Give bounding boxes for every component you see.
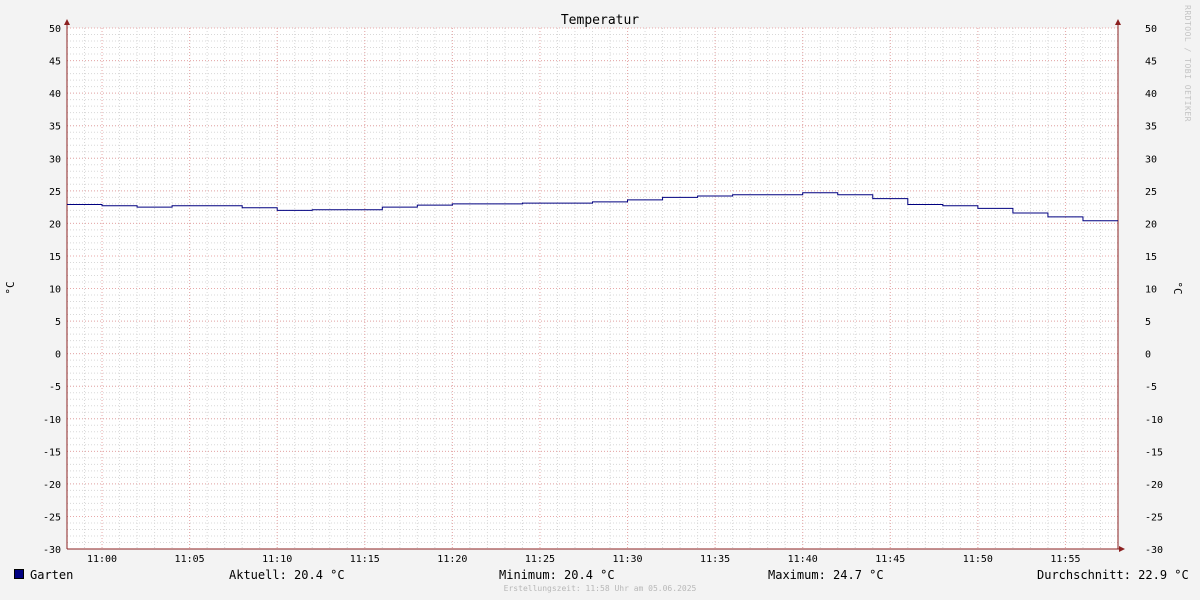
y-tick-label-right: 45 [1145,57,1157,68]
y-tick-label-right: 50 [1145,24,1157,35]
temperature-chart: 50 5045 4540 4035 3530 3025 2520 2015 1510 105 50 0… [4,13,1184,565]
y-tick-label-left: 5 [55,317,61,328]
x-tick-label: 11:05 [175,554,205,565]
chart-window: 50 50 45 45 40 40 35 35 30 30 25 25 20 20 15 15 10 10 5 5 0 0… [0,0,1200,600]
y-tick-label-left: 15 [49,252,61,263]
y-tick-label-right: -25 [1145,512,1163,523]
x-tick-label: 11:40 [788,554,818,565]
x-tick-label: 11:55 [1050,554,1080,565]
x-tick-label: 11:15 [350,554,380,565]
y-tick-label-right: 20 [1145,219,1157,230]
y-tick-label-right: 30 [1145,154,1157,165]
y-tick-label-right: -30 [1145,545,1163,556]
y-tick-label-left: 0 [55,350,61,361]
y-tick-label-left: -10 [43,415,61,426]
x-tick-label: 11:30 [612,554,642,565]
y-tick-label-left: -25 [43,512,61,523]
x-tick-label: 11:20 [437,554,467,565]
legend-minimum: Minimum: 20.4 °C [499,568,615,582]
y-tick-label-right: -20 [1145,480,1163,491]
creation-time-note: Erstellungszeit: 11:58 Uhr am 05.06.2025 [503,584,697,593]
watermark: RRDTOOL / TOBI OETIKER [1183,5,1192,122]
x-tick-label: 11:00 [87,554,117,565]
y-tick-label-left: 35 [49,122,61,133]
y-tick-label-right: -5 [1145,382,1157,393]
y-tick-label-right: 35 [1145,122,1157,133]
legend-swatch [14,569,24,579]
y-tick-label-right: 15 [1145,252,1157,263]
y-axis-arrow-right [1115,19,1121,25]
y-tick-label-right: 25 [1145,187,1157,198]
chart-title: Temperatur [561,13,639,28]
y-tick-label-left: 50 [49,24,61,35]
y-axis-label-right: °C [1171,281,1184,294]
y-tick-label-right: 40 [1145,89,1157,100]
legend: Garten Aktuell: 20.4 °C Minimum: 20.4 °C… [0,566,1200,584]
legend-maximum: Maximum: 24.7 °C [768,568,884,582]
x-tick-label: 11:10 [262,554,292,565]
y-tick-label-left: 40 [49,89,61,100]
y-tick-label-right: 5 [1145,317,1151,328]
y-axis-label-left: °C [4,281,17,294]
y-axis-arrow-left [64,19,70,25]
y-tick-label-left: -5 [49,382,61,393]
y-tick-label-left: 25 [49,187,61,198]
x-tick-label: 11:50 [963,554,993,565]
x-axis-arrow [1119,546,1125,552]
y-tick-label-left: -20 [43,480,61,491]
y-tick-label-right: -10 [1145,415,1163,426]
x-tick-label: 11:45 [875,554,905,565]
y-tick-label-right: -15 [1145,447,1163,458]
y-tick-label-left: -15 [43,447,61,458]
x-tick-label: 11:25 [525,554,555,565]
y-tick-label-left: 20 [49,219,61,230]
y-tick-label-left: 10 [49,285,61,296]
legend-series-label: Garten [30,568,74,582]
y-tick-label-left: -30 [43,545,61,556]
y-tick-label-right: 10 [1145,285,1157,296]
legend-average: Durchschnitt: 22.9 °C [1037,568,1189,582]
y-tick-label-left: 30 [49,154,61,165]
legend-current: Aktuell: 20.4 °C [229,568,345,582]
y-tick-label-left: 45 [49,57,61,68]
x-tick-label: 11:35 [700,554,730,565]
y-tick-label-right: 0 [1145,350,1151,361]
